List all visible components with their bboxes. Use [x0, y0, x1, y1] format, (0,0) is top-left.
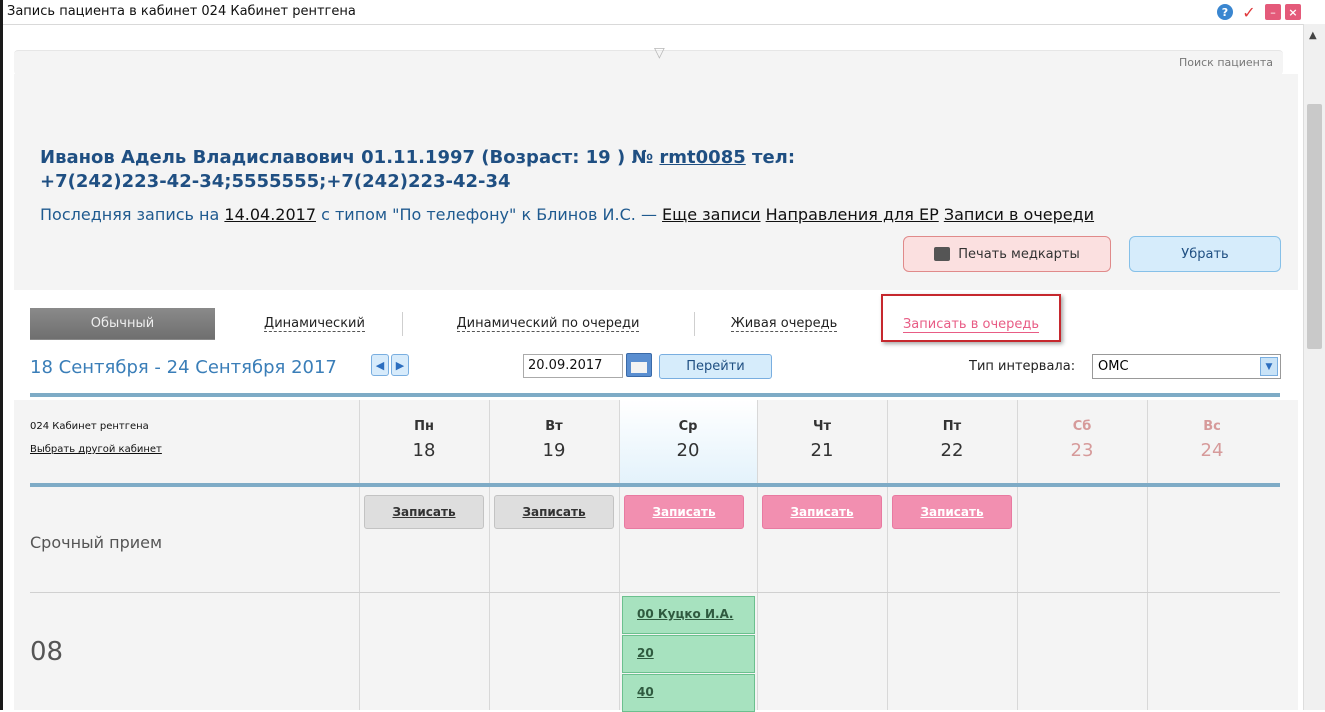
slot-label: 00 Куцко И.А. — [637, 607, 734, 621]
printer-icon — [934, 247, 951, 261]
patient-phones: +7(242)223-42-34;5555555;+7(242)223-42-3… — [40, 171, 511, 192]
confirm-icon[interactable]: ✓ — [1241, 3, 1257, 22]
interval-select[interactable]: ОМС ▼ — [1092, 354, 1281, 379]
cabinet-name: 024 Кабинет рентгена — [30, 421, 149, 432]
day-number: 24 — [1200, 440, 1224, 461]
queue-records-link[interactable]: Записи в очереди — [944, 205, 1094, 224]
prev-week-icon[interactable]: ◀ — [371, 354, 389, 376]
more-records-link[interactable]: Еще записи — [662, 205, 760, 224]
day-name: Чт — [812, 419, 832, 434]
window-title: Запись пациента в кабинет 024 Кабинет ре… — [7, 4, 356, 19]
day-header-mon: Пн 18 — [359, 419, 489, 461]
help-icon[interactable]: ? — [1217, 4, 1233, 20]
date-field[interactable]: 20.09.2017 — [523, 354, 623, 378]
hour-label: 08 — [30, 637, 64, 667]
expand-chevron-icon[interactable]: ▽ — [654, 45, 665, 61]
day-number: 23 — [1070, 440, 1094, 461]
slot-free[interactable]: 20 — [622, 635, 755, 673]
day-header-wed: Ср 20 — [623, 419, 753, 461]
divider — [30, 483, 1280, 487]
divider — [30, 393, 1280, 397]
remove-button[interactable]: Убрать — [1129, 236, 1281, 272]
tab-regular-label: Обычный — [90, 316, 155, 331]
dropdown-arrow-icon[interactable]: ▼ — [1260, 357, 1278, 376]
slot-label: 40 — [637, 685, 654, 699]
print-medcard-button[interactable]: Печать медкарты — [903, 236, 1111, 272]
day-name: Вс — [1203, 419, 1221, 434]
day-number: 21 — [810, 440, 834, 461]
column-divider — [619, 400, 620, 710]
book-button-fri[interactable]: Записать — [892, 495, 1012, 529]
day-number: 18 — [412, 440, 436, 461]
vertical-scrollbar[interactable]: ▲ — [1303, 24, 1325, 710]
day-header-sat: Сб 23 — [1017, 419, 1147, 461]
last-record-date-link[interactable]: 14.04.2017 — [224, 205, 316, 224]
change-cabinet-link[interactable]: Выбрать другой кабинет — [30, 444, 162, 455]
tab-dynamic-queue[interactable]: Динамический по очереди — [402, 308, 694, 340]
day-name: Вт — [545, 419, 563, 434]
last-record-prefix: Последняя запись на — [40, 205, 225, 224]
slot-booked[interactable]: 00 Куцко И.А. — [622, 596, 755, 634]
day-header-fri: Пт 22 — [887, 419, 1017, 461]
day-name: Ср — [678, 419, 698, 434]
go-button[interactable]: Перейти — [659, 354, 772, 379]
title-bar: Запись пациента в кабинет 024 Кабинет ре… — [3, 0, 1325, 25]
print-label: Печать медкарты — [958, 246, 1080, 262]
scroll-thumb[interactable] — [1307, 104, 1322, 349]
day-name: Пн — [414, 419, 434, 434]
day-header-tue: Вт 19 — [489, 419, 619, 461]
day-name: Пт — [942, 419, 962, 434]
calendar-icon[interactable] — [626, 353, 652, 377]
tab-add-to-queue[interactable]: Записать в очередь — [881, 294, 1061, 342]
last-record-suffix: с типом "По телефону" к Блинов И.С. — — [316, 205, 663, 224]
row-divider — [30, 592, 1280, 593]
minimize-icon[interactable]: – — [1265, 4, 1281, 20]
tab-live-queue-label: Живая очередь — [730, 315, 838, 332]
scroll-up-icon[interactable]: ▲ — [1309, 30, 1317, 41]
day-name: Сб — [1072, 419, 1092, 434]
book-button-tue[interactable]: Записать — [494, 495, 614, 529]
patient-search-bar[interactable]: ▽ Поиск пациента — [14, 45, 1283, 75]
day-number: 22 — [940, 440, 964, 461]
book-button-wed[interactable]: Записать — [624, 495, 744, 529]
next-week-icon[interactable]: ▶ — [391, 354, 409, 376]
slot-free[interactable]: 40 — [622, 674, 755, 712]
er-referrals-link[interactable]: Направления для ЕР — [766, 205, 939, 224]
day-header-sun: Вс 24 — [1147, 419, 1277, 461]
day-number: 20 — [676, 440, 700, 461]
day-number: 19 — [542, 440, 566, 461]
tab-dynamic[interactable]: Динамический — [227, 308, 402, 340]
tel-label: тел: — [745, 147, 796, 168]
patient-search-link[interactable]: Поиск пациента — [1179, 56, 1273, 69]
close-icon[interactable]: × — [1285, 4, 1301, 20]
book-button-mon[interactable]: Записать — [364, 495, 484, 529]
week-period: 18 Сентября - 24 Сентября 2017 — [30, 357, 337, 378]
tab-dynamic-label: Динамический — [264, 315, 365, 332]
interval-label: Тип интервала: — [969, 359, 1076, 374]
patient-header: Иванов Адель Владиславович 01.11.1997 (В… — [40, 146, 940, 194]
slot-label: 20 — [637, 646, 654, 660]
patient-name-line: Иванов Адель Владиславович 01.11.1997 (В… — [40, 147, 660, 168]
urgent-row-label: Срочный прием — [30, 533, 163, 552]
interval-value: ОМС — [1098, 359, 1129, 374]
tab-regular[interactable]: Обычный — [30, 308, 215, 340]
tab-add-to-queue-label: Записать в очередь — [902, 317, 1040, 333]
day-header-thu: Чт 21 — [757, 419, 887, 461]
book-button-thu[interactable]: Записать — [762, 495, 882, 529]
last-record-line: Последняя запись на 14.04.2017 с типом "… — [40, 205, 1094, 224]
tab-live-queue[interactable]: Живая очередь — [694, 308, 874, 340]
tab-dynamic-queue-label: Динамический по очереди — [456, 315, 640, 332]
card-number-link[interactable]: rmt0085 — [659, 147, 745, 168]
